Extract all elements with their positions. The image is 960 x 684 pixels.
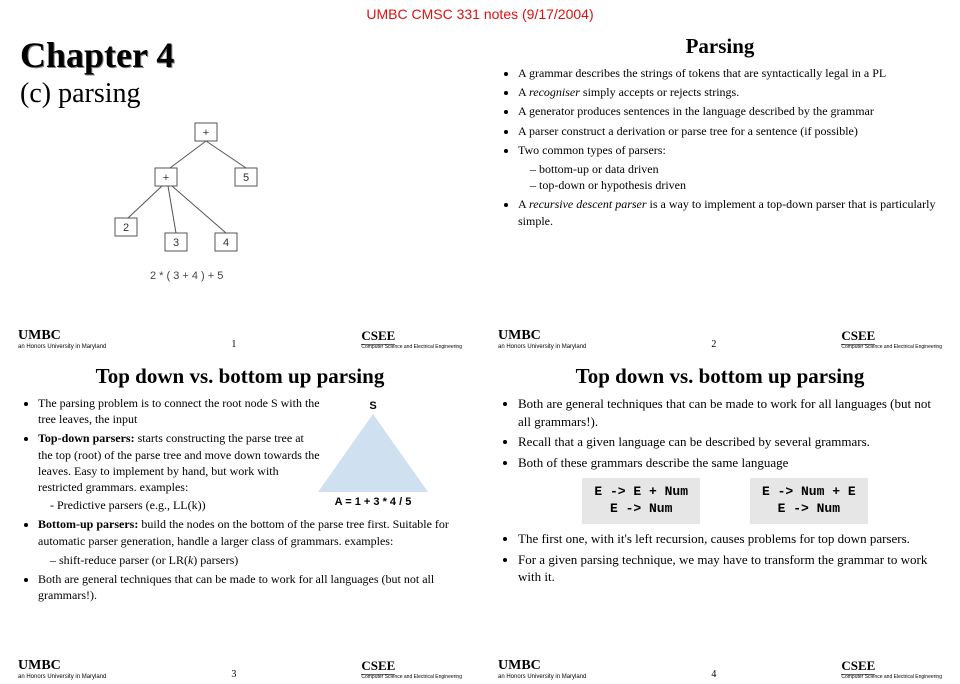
csee-logo: CSEE [361,658,395,675]
bullet: A parser construct a derivation or parse… [518,123,940,139]
umbc-logo: UMBC [18,658,61,673]
page-header: UMBC CMSC 331 notes (9/17/2004) [0,0,960,24]
page-number: 1 [231,339,236,350]
umbc-logo: UMBC [498,658,541,673]
slide-title: Top down vs. bottom up parsing [20,364,460,389]
csee-sub: Computer Science and Electrical Engineer… [841,344,942,350]
slide-title: Parsing [500,34,940,59]
tree-caption: 2 * ( 3 + 4 ) + 5 [150,270,460,282]
grammar-box-left: E -> E + Num E -> Num [582,478,700,524]
bullet: Top-down parsers: starts constructing th… [38,430,320,513]
chapter-subtitle: (c) parsing [20,78,460,110]
csee-sub: Computer Science and Electrical Engineer… [361,344,462,350]
csee-sub: Computer Science and Electrical Engineer… [841,674,942,680]
page-number: 2 [711,339,716,350]
page-number: 3 [231,669,236,680]
grammar-box-right: E -> Num + E E -> Num [750,478,868,524]
bullet: A recursive descent parser is a way to i… [518,196,940,228]
grammar-rule: E -> Num [762,501,856,518]
umbc-logo: UMBC [18,328,61,343]
bullet: For a given parsing technique, we may ha… [518,551,940,586]
page-number: 4 [711,669,716,680]
slide-4: Top down vs. bottom up parsing Both are … [480,354,960,684]
triangle-diagram: S A = 1 + 3 * 4 / 5 [308,400,438,508]
triangle-top-label: S [308,400,438,412]
grammar-rule: E -> Num + E [762,484,856,501]
csee-logo: CSEE [841,328,875,345]
tree-node: 5 [243,172,249,184]
bullet: Bottom-up parsers: build the nodes on th… [38,516,460,568]
bullet-list: Both are general techniques that can be … [500,395,940,471]
umbc-sub: an Honors University in Maryland [498,674,586,680]
csee-sub: Computer Science and Electrical Engineer… [361,674,462,680]
bullet: A generator produces sentences in the la… [518,103,940,119]
umbc-sub: an Honors University in Maryland [18,344,106,350]
slide-1: Chapter 4 (c) parsing + + 5 2 3 [0,24,480,354]
triangle-bottom-label: A = 1 + 3 * 4 / 5 [308,496,438,508]
slide-title: Top down vs. bottom up parsing [500,364,940,389]
sub-bullet: bottom-up or data driven [530,161,940,177]
tree-node: 3 [173,237,179,249]
triangle-icon [318,414,428,492]
bullet: The parsing problem is to connect the ro… [38,395,320,427]
bullet: A grammar describes the strings of token… [518,65,940,81]
sub-bullet: shift-reduce parser (or LR(k) parsers) [50,552,460,568]
bullet: Both are general techniques that can be … [518,395,940,430]
tree-node: 4 [223,237,229,249]
csee-logo: CSEE [361,328,395,345]
grammar-rule: E -> Num [594,501,688,518]
slide-3: Top down vs. bottom up parsing S A = 1 +… [0,354,480,684]
csee-logo: CSEE [841,658,875,675]
tree-node: + [163,172,169,184]
umbc-logo: UMBC [498,328,541,343]
tree-node: + [203,127,209,139]
bullet: Both are general techniques that can be … [38,571,460,603]
sub-bullet: Predictive parsers (e.g., LL(k)) [50,497,320,513]
slide-2: Parsing A grammar describes the strings … [480,24,960,354]
bullet-list: A grammar describes the strings of token… [500,65,940,229]
umbc-sub: an Honors University in Maryland [498,344,586,350]
umbc-sub: an Honors University in Maryland [18,674,106,680]
bullet-list: Bottom-up parsers: build the nodes on th… [20,516,460,603]
bullet: Recall that a given language can be desc… [518,433,940,451]
grammar-rule: E -> E + Num [594,484,688,501]
slide-grid: Chapter 4 (c) parsing + + 5 2 3 [0,24,960,684]
tree-node: 2 [123,222,129,234]
bullet-list: The first one, with it's left recursion,… [500,530,940,586]
bullet: Both of these grammars describe the same… [518,454,940,472]
chapter-title: Chapter 4 [20,34,460,76]
bullet: A recogniser simply accepts or rejects s… [518,84,940,100]
bullet: The first one, with it's left recursion,… [518,530,940,548]
sub-bullet: top-down or hypothesis driven [530,177,940,193]
bullet: Two common types of parsers: bottom-up o… [518,142,940,194]
parse-tree-diagram: + + 5 2 3 4 [100,118,320,268]
